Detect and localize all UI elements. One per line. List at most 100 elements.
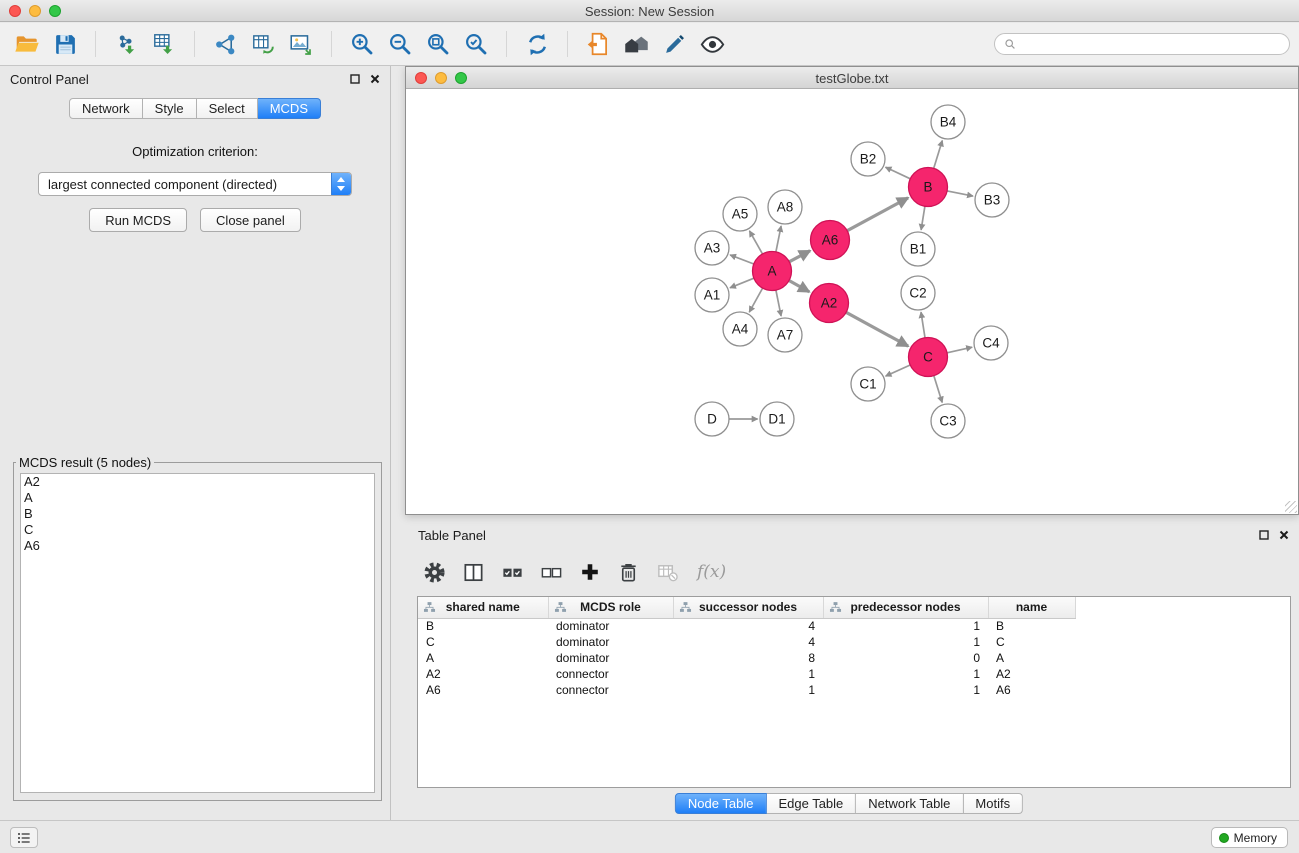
network-node-C3[interactable]: C3 (931, 404, 965, 438)
column-header-mcds-role[interactable]: MCDS role (548, 597, 673, 618)
network-edge-C-C3[interactable] (934, 376, 942, 403)
network-node-A3[interactable]: A3 (695, 231, 729, 265)
network-edge-A-A8[interactable] (776, 226, 781, 252)
mcds-result-item[interactable]: A2 (21, 474, 374, 490)
search-input[interactable] (1022, 37, 1280, 52)
export-table-button[interactable] (244, 27, 282, 61)
delete-row-button[interactable] (617, 561, 640, 584)
network-graph[interactable]: B4 B2 B B3 A8 A5 A6 B1 A3 A C2 A1 A2 A4 A7 C4 C C1 C3 D D1 (406, 89, 1298, 514)
network-node-B1[interactable]: B1 (901, 232, 935, 266)
column-header-predecessor-nodes[interactable]: predecessor nodes (823, 597, 988, 618)
show-columns-button[interactable] (462, 561, 485, 584)
network-node-A5[interactable]: A5 (723, 197, 757, 231)
network-edge-A-A1[interactable] (730, 278, 754, 288)
network-node-A2[interactable]: A2 (810, 284, 849, 323)
tab-select[interactable]: Select (197, 98, 258, 119)
zoom-fit-button[interactable] (419, 27, 457, 61)
export-image-button[interactable] (282, 27, 320, 61)
network-edge-C-C1[interactable] (886, 365, 911, 376)
network-node-A6[interactable]: A6 (811, 221, 850, 260)
network-node-C1[interactable]: C1 (851, 367, 885, 401)
new-network-button[interactable] (206, 27, 244, 61)
network-node-A8[interactable]: A8 (768, 190, 802, 224)
toggle-visibility-button[interactable] (693, 27, 731, 61)
open-file-button[interactable] (8, 27, 46, 61)
network-canvas[interactable]: B4 B2 B B3 A8 A5 A6 B1 A3 A C2 A1 A2 A4 A7 C4 C C1 C3 D D1 (406, 89, 1298, 514)
network-edge-B-B1[interactable] (921, 206, 925, 230)
float-table-panel-button[interactable] (1259, 530, 1269, 540)
style-tools-button[interactable] (655, 27, 693, 61)
network-node-C[interactable]: C (909, 338, 948, 377)
network-node-D[interactable]: D (695, 402, 729, 436)
mcds-result-item[interactable]: A6 (21, 538, 374, 554)
node-table-row[interactable]: A2connector11A2 (418, 666, 1290, 682)
import-network-button[interactable] (107, 27, 145, 61)
table-settings-button[interactable] (423, 561, 446, 584)
save-session-button[interactable] (46, 27, 84, 61)
network-node-A7[interactable]: A7 (768, 318, 802, 352)
mcds-result-item[interactable]: C (21, 522, 374, 538)
node-table-row[interactable]: Bdominator41B (418, 618, 1290, 634)
close-control-panel-button[interactable] (370, 74, 380, 84)
network-node-B3[interactable]: B3 (975, 183, 1009, 217)
import-table-button[interactable] (145, 27, 183, 61)
network-edge-A-A4[interactable] (749, 288, 762, 312)
network-edge-C-C2[interactable] (921, 312, 925, 338)
zoom-in-button[interactable] (343, 27, 381, 61)
node-table-row[interactable]: A6connector11A6 (418, 682, 1290, 698)
refresh-network-button[interactable] (518, 27, 556, 61)
network-edge-A2-C[interactable] (846, 312, 908, 346)
home-view-button[interactable] (617, 27, 655, 61)
network-edge-B-B4[interactable] (934, 141, 943, 169)
network-edge-B-B3[interactable] (947, 191, 973, 196)
tab-motifs[interactable]: Motifs (963, 793, 1023, 814)
float-panel-button[interactable] (350, 74, 360, 84)
tab-network[interactable]: Network (69, 98, 143, 119)
network-edge-A-A5[interactable] (750, 231, 763, 254)
network-node-A1[interactable]: A1 (695, 278, 729, 312)
tab-network-table[interactable]: Network Table (856, 793, 963, 814)
tab-node-table[interactable]: Node Table (675, 793, 767, 814)
run-mcds-button[interactable]: Run MCDS (89, 208, 187, 232)
network-edge-A-A3[interactable] (730, 255, 754, 264)
node-table-row[interactable]: Adominator80A (418, 650, 1290, 666)
network-edge-A6-B[interactable] (847, 198, 908, 231)
mcds-result-item[interactable]: A (21, 490, 374, 506)
memory-button[interactable]: Memory (1211, 827, 1288, 848)
close-panel-button[interactable]: Close panel (200, 208, 301, 232)
resize-handle[interactable] (1285, 501, 1297, 513)
network-edge-A-A6[interactable] (789, 251, 810, 262)
select-all-columns-button[interactable] (501, 561, 524, 584)
network-node-A[interactable]: A (753, 252, 792, 291)
network-node-B4[interactable]: B4 (931, 105, 965, 139)
tab-edge-table[interactable]: Edge Table (766, 793, 856, 814)
column-header-successor-nodes[interactable]: successor nodes (673, 597, 823, 618)
network-edge-A-A2[interactable] (789, 281, 809, 292)
network-node-C4[interactable]: C4 (974, 326, 1008, 360)
optimization-criterion-select[interactable]: largest connected component (directed) (38, 172, 352, 196)
tab-mcds[interactable]: MCDS (258, 98, 321, 119)
network-node-D1[interactable]: D1 (760, 402, 794, 436)
network-snapshot-button[interactable] (579, 27, 617, 61)
network-window-titlebar[interactable]: testGlobe.txt (406, 67, 1298, 89)
add-row-button[interactable] (579, 561, 601, 583)
network-node-B[interactable]: B (909, 168, 948, 207)
node-table-row[interactable]: Cdominator41C (418, 634, 1290, 650)
network-node-B2[interactable]: B2 (851, 142, 885, 176)
network-node-C2[interactable]: C2 (901, 276, 935, 310)
network-edge-B-B2[interactable] (886, 167, 911, 179)
mcds-result-item[interactable]: B (21, 506, 374, 522)
function-builder-button[interactable]: f(x) (695, 562, 726, 582)
zoom-out-button[interactable] (381, 27, 419, 61)
network-edge-A-A7[interactable] (776, 290, 781, 316)
network-node-A4[interactable]: A4 (723, 312, 757, 346)
unselect-all-columns-button[interactable] (540, 561, 563, 584)
task-history-button[interactable] (10, 827, 38, 848)
network-edge-C-C4[interactable] (947, 347, 972, 353)
column-header-shared-name[interactable]: shared name (418, 597, 548, 618)
tab-style[interactable]: Style (143, 98, 197, 119)
column-header-name[interactable]: name (988, 597, 1075, 618)
search-field[interactable] (994, 33, 1290, 55)
zoom-selected-button[interactable] (457, 27, 495, 61)
close-table-panel-button[interactable] (1279, 530, 1289, 540)
